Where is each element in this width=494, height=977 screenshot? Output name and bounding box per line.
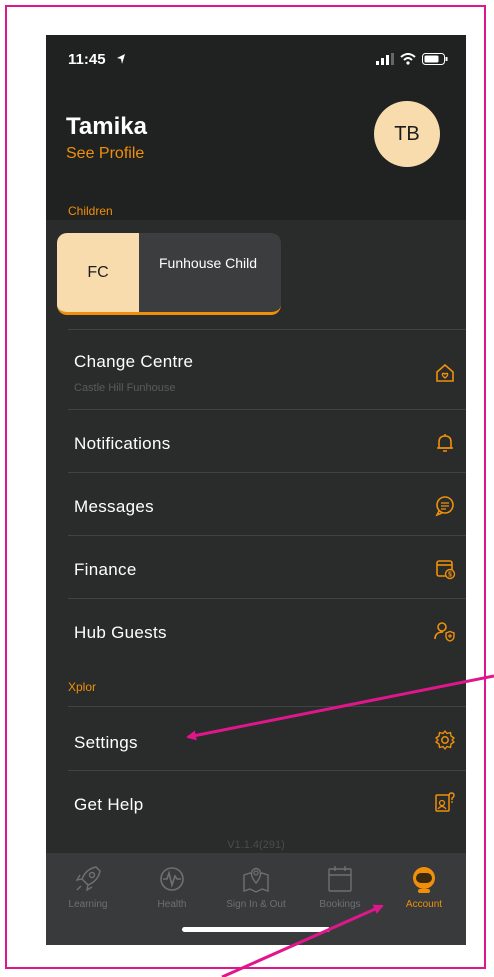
settings-arrow [186,674,494,741]
annotation-arrows [186,674,494,977]
account-arrow [221,904,384,977]
